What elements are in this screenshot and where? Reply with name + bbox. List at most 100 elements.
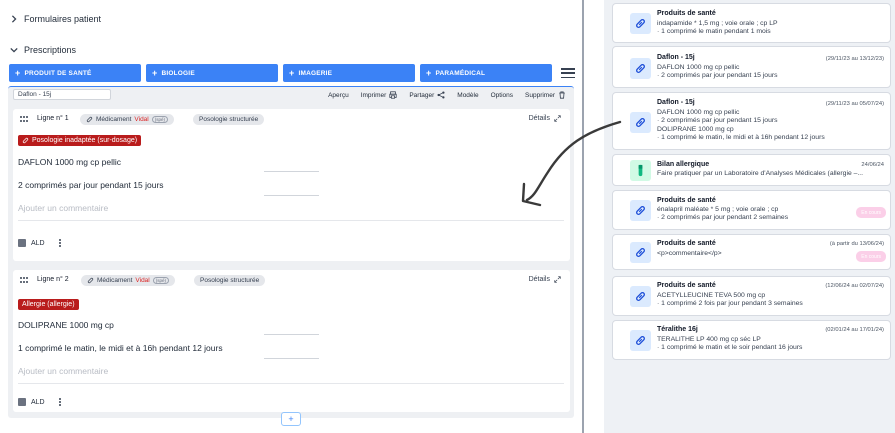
- add-line-button[interactable]: +: [281, 412, 301, 426]
- history-line: · 1 comprimé le matin pendant 1 mois: [657, 28, 771, 35]
- plus-icon: +: [15, 67, 21, 78]
- history-card[interactable]: Daflon - 15j (29/11/23 au 13/12/23) DAFL…: [612, 46, 891, 88]
- trash-icon: [559, 91, 565, 99]
- medicament-tag[interactable]: Médicament Vidal (spé): [81, 275, 176, 286]
- drag-handle-icon[interactable]: [20, 277, 28, 283]
- history-card[interactable]: Produits de santé indapamide * 1,5 mg ; …: [612, 3, 891, 43]
- history-line: TERALITHE LP 400 mg cp séc LP: [657, 336, 761, 343]
- comment-input[interactable]: Ajouter un commentaire: [18, 203, 108, 213]
- history-title: Daflon - 15j: [657, 54, 695, 61]
- history-line: · 1 comprimé le matin et le soir pendant…: [657, 344, 803, 351]
- history-card[interactable]: Bilan allergique 24/06/24 Faire pratique…: [612, 154, 891, 186]
- details-button[interactable]: Détails: [529, 115, 561, 122]
- imprimer-label: Imprimer: [360, 91, 387, 99]
- status-badge: En cours: [856, 251, 886, 262]
- pill-icon: [630, 330, 651, 351]
- share-icon: [437, 91, 445, 99]
- divider: [18, 220, 564, 221]
- chevron-right-icon: [10, 15, 18, 23]
- prescription-name-input[interactable]: Daflon - 15j: [13, 89, 111, 100]
- history-line: · 2 comprimés par jour pendant 2 semaine…: [657, 214, 789, 221]
- options-label: Options: [490, 91, 514, 99]
- line-number: Ligne n° 2: [37, 276, 69, 283]
- history-line: DOLIPRANE 1000 mg cp: [657, 126, 734, 133]
- section-prescriptions[interactable]: Prescriptions: [10, 45, 76, 55]
- prescription-line-2: Ligne n° 2 Médicament Vidal (spé) Posolo…: [13, 270, 570, 412]
- supprimer-label: Supprimer: [525, 91, 555, 99]
- pill-icon: [630, 242, 651, 263]
- field-underline: [264, 171, 319, 172]
- ald-row: ALD: [18, 239, 61, 247]
- history-line: · 2 comprimés par jour pendant 15 jours: [657, 72, 778, 79]
- field-underline: [264, 334, 319, 335]
- history-title: Produits de santé: [657, 10, 716, 17]
- history-card[interactable]: Produits de santé (12/06/24 au 02/07/24)…: [612, 276, 891, 316]
- details-label: Détails: [528, 276, 550, 283]
- add-produit-sante-button[interactable]: + PRODUIT DE SANTÉ: [9, 64, 141, 82]
- dosage-text[interactable]: 1 comprimé le matin, le midi et à 16h pe…: [18, 343, 223, 353]
- expand-icon: [554, 115, 561, 122]
- medicament-tag[interactable]: Médicament Vidal (spé): [80, 114, 175, 125]
- more-options-icon[interactable]: [58, 239, 61, 247]
- menu-icon[interactable]: [561, 68, 575, 78]
- supprimer-button[interactable]: Supprimer: [525, 91, 566, 99]
- add-biologie-button[interactable]: + BIOLOGIE: [146, 64, 278, 82]
- pill-icon: [87, 277, 94, 284]
- dosage-text[interactable]: 2 comprimés par jour pendant 15 jours: [18, 180, 164, 190]
- drag-handle-icon[interactable]: [20, 116, 28, 122]
- history-title: Produits de santé: [657, 282, 716, 289]
- drug-name[interactable]: DAFLON 1000 mg cp pellic: [18, 157, 121, 167]
- button-label: PRODUIT DE SANTÉ: [24, 69, 92, 77]
- section-formulaires-label: Formulaires patient: [24, 14, 102, 24]
- modele-label: Modèle: [457, 91, 479, 99]
- pill-icon: [630, 200, 651, 221]
- plus-icon: +: [289, 67, 295, 78]
- section-formulaires[interactable]: Formulaires patient: [10, 14, 101, 24]
- pill-icon: [630, 13, 651, 34]
- history-line: ACETYLLEUCINE TEVA 500 mg cp: [657, 292, 766, 299]
- details-label: Détails: [528, 115, 550, 122]
- history-line: <p>commentaire</p>: [657, 250, 722, 257]
- options-button[interactable]: Options: [491, 92, 513, 99]
- history-card[interactable]: Téralithe 16j (02/01/24 au 17/01/24) TER…: [612, 320, 891, 360]
- expand-icon: [554, 276, 561, 283]
- posologie-structuree-tag[interactable]: Posologie structurée: [193, 114, 265, 125]
- posologie-structuree-tag[interactable]: Posologie structurée: [194, 275, 266, 286]
- button-label: IMAGERIE: [298, 69, 333, 77]
- more-options-icon[interactable]: [58, 398, 61, 406]
- spe-label: (spé): [152, 277, 170, 284]
- history-card[interactable]: Produits de santé (à partir du 13/06/24)…: [612, 234, 891, 270]
- alert-badge: Allergie (allergie): [18, 299, 79, 310]
- history-line: · 1 comprimé 2 fois par jour pendant 3 s…: [657, 300, 803, 307]
- history-date: (12/06/24 au 02/07/24): [825, 283, 884, 289]
- history-date: (à partir du 13/06/24): [829, 241, 884, 247]
- field-underline: [264, 195, 319, 196]
- medicament-label: Médicament: [97, 277, 133, 284]
- drug-name[interactable]: DOLIPRANE 1000 mg cp: [18, 320, 114, 330]
- apercu-button[interactable]: Aperçu: [328, 92, 349, 99]
- history-card[interactable]: Daflon - 15j (29/11/23 au 05/07/24) DAFL…: [612, 92, 891, 150]
- add-imagerie-button[interactable]: + IMAGERIE: [283, 64, 415, 82]
- button-label: BIOLOGIE: [161, 69, 195, 77]
- gutter: [584, 0, 604, 433]
- comment-input[interactable]: Ajouter un commentaire: [18, 366, 108, 376]
- history-card[interactable]: Produits de santé énalapril maléate * 5 …: [612, 190, 891, 230]
- partager-button[interactable]: Partager: [409, 91, 445, 99]
- history-title: Téralithe 16j: [657, 326, 698, 333]
- add-paramedical-button[interactable]: + PARAMÉDICAL: [420, 64, 552, 82]
- ald-checkbox[interactable]: [18, 239, 26, 247]
- add-prescription-bar: + PRODUIT DE SANTÉ + BIOLOGIE + IMAGERIE…: [9, 64, 575, 82]
- button-label: PARAMÉDICAL: [435, 69, 486, 77]
- details-button[interactable]: Détails: [529, 276, 561, 283]
- modele-button[interactable]: Modèle: [457, 92, 478, 99]
- imprimer-button[interactable]: Imprimer: [361, 91, 398, 99]
- history-line: indapamide * 1,5 mg ; voie orale ; cp LP: [657, 20, 778, 27]
- vidal-label: Vidal: [134, 116, 149, 123]
- ald-checkbox[interactable]: [18, 398, 26, 406]
- ald-label: ALD: [31, 398, 45, 406]
- history-line: DAFLON 1000 mg cp pellic: [657, 64, 740, 71]
- prescription-editor: Formulaires patient Prescriptions + PROD…: [0, 0, 582, 433]
- app-root: Formulaires patient Prescriptions + PROD…: [0, 0, 895, 433]
- ald-row: ALD: [18, 398, 61, 406]
- field-underline: [264, 358, 319, 359]
